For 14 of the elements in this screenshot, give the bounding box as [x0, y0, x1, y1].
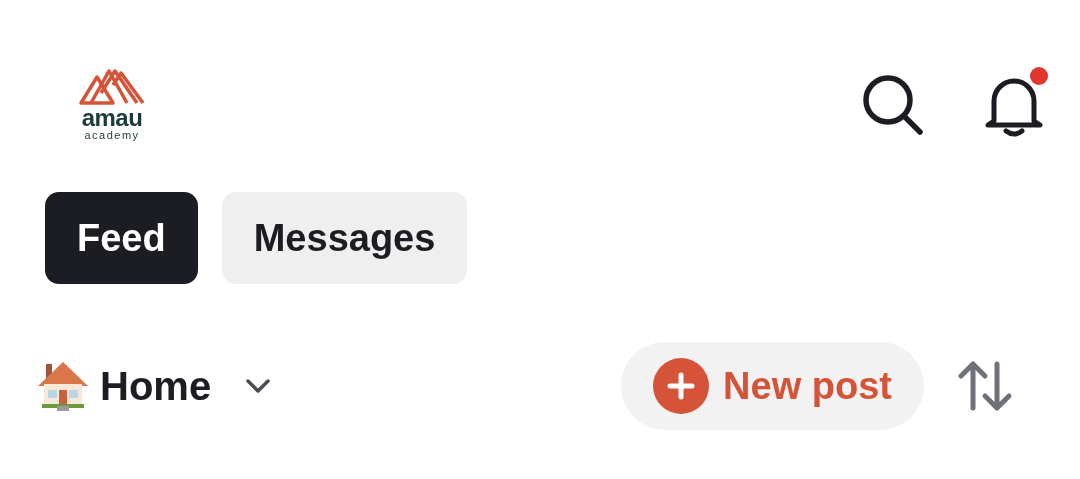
tab[interactable]: Messages — [221, 192, 468, 284]
house-icon — [36, 360, 90, 412]
sort-icon — [956, 360, 1014, 412]
channel-dropdown[interactable]: Home — [36, 360, 272, 412]
tab[interactable]: Feed — [45, 192, 198, 284]
search-icon — [860, 72, 926, 136]
logo-icon — [77, 66, 147, 107]
logo-text: amau — [81, 106, 143, 129]
search-button[interactable] — [860, 72, 926, 136]
new-post-button[interactable]: New post — [621, 342, 924, 430]
logo-subtitle: academy — [84, 128, 140, 142]
plus-icon — [653, 358, 710, 414]
chevron-down-icon — [245, 378, 272, 394]
sort-button[interactable] — [956, 360, 1014, 412]
